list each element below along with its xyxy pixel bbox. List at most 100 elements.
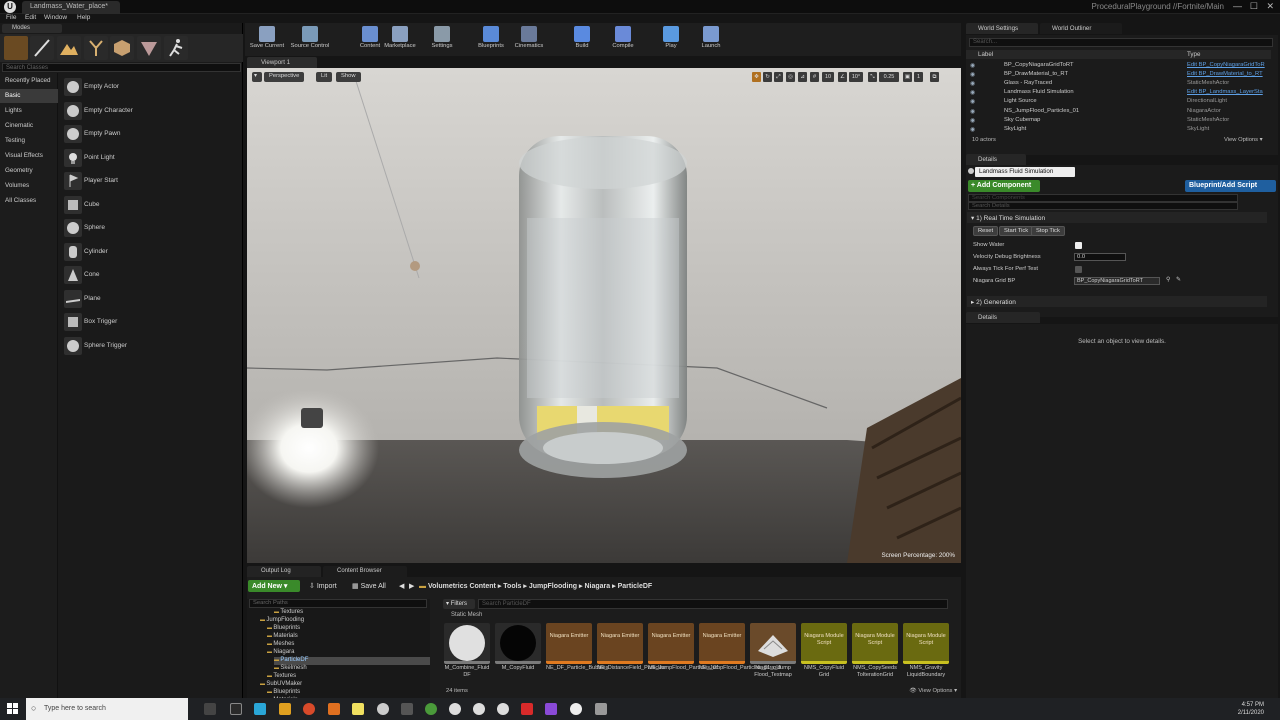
task-view-icon[interactable] bbox=[204, 703, 216, 715]
modes-tab[interactable]: Modes bbox=[2, 24, 62, 33]
viewport-options-icon[interactable]: ▾ bbox=[252, 72, 262, 82]
asset-tile[interactable]: Niagara Emitter NE_JumpFlood_Particles_01… bbox=[699, 623, 781, 685]
asset-tile[interactable]: Niagara Emitter NE_JumpFlood_Particles_01 bbox=[648, 623, 719, 685]
category-item[interactable]: Testing bbox=[0, 134, 58, 148]
notes-icon[interactable] bbox=[352, 703, 364, 715]
mesh-paint-mode-icon[interactable] bbox=[137, 36, 161, 60]
asset-tile[interactable]: Niagara_Jump Flood_Testmap bbox=[750, 623, 796, 685]
show-water-checkbox[interactable] bbox=[1075, 242, 1082, 249]
unreal-icon-3[interactable] bbox=[473, 703, 485, 715]
tab-world-settings[interactable]: World Settings bbox=[966, 23, 1038, 34]
taskbar-search-input[interactable]: ○ Type here to search bbox=[26, 698, 188, 720]
stop-tick-button[interactable]: Stop Tick bbox=[1031, 226, 1065, 236]
camera-speed-value[interactable]: 1 bbox=[914, 72, 923, 82]
breadcrumb-item[interactable]: Tools bbox=[503, 583, 521, 590]
tree-folder[interactable]: ▬ JumpFlooding bbox=[260, 617, 430, 625]
visibility-eye-icon[interactable]: ◉ bbox=[970, 126, 977, 133]
marketplace-button[interactable]: Marketplace bbox=[378, 23, 422, 56]
col-type[interactable]: Type bbox=[1187, 51, 1200, 58]
tree-folder[interactable]: ▬ Skelmesh bbox=[274, 665, 430, 673]
document-tab[interactable]: Landmass_Water_place* bbox=[22, 1, 120, 14]
category-item[interactable]: Recently Placed bbox=[0, 74, 58, 88]
search-classes-input[interactable]: Search Classes bbox=[2, 63, 241, 72]
history-forward-icon[interactable]: ▶ bbox=[407, 580, 416, 592]
save-all-button[interactable]: ▦ Save All bbox=[350, 580, 388, 592]
velocity-debug-field[interactable]: 0.0 bbox=[1074, 253, 1126, 261]
category-item[interactable]: Lights bbox=[0, 104, 58, 118]
actor-item[interactable]: Cone bbox=[62, 264, 242, 286]
filters-button[interactable]: ▾ Filters bbox=[443, 599, 475, 609]
app-3-icon[interactable] bbox=[254, 703, 266, 715]
breadcrumb-item[interactable]: JumpFlooding bbox=[529, 583, 577, 590]
tab-content-browser[interactable]: Content Browser bbox=[323, 566, 407, 577]
save-button[interactable]: Save Current bbox=[245, 23, 289, 56]
tree-folder[interactable]: ▬ Blueprints bbox=[267, 625, 430, 633]
visibility-eye-icon[interactable]: ◉ bbox=[970, 80, 977, 87]
tree-folder[interactable]: ▬ Niagara bbox=[267, 649, 430, 657]
asset-tile[interactable]: M_CopyFluid bbox=[495, 623, 541, 685]
actor-item[interactable]: Empty Pawn bbox=[62, 123, 242, 145]
minimize-icon[interactable]: — bbox=[1233, 1, 1242, 11]
search-details-input[interactable]: Search Details bbox=[968, 202, 1238, 210]
unreal-icon-active[interactable] bbox=[570, 703, 582, 715]
actor-item[interactable]: Cylinder bbox=[62, 241, 242, 263]
always-tick-checkbox[interactable] bbox=[1075, 266, 1082, 273]
visibility-eye-icon[interactable]: ◉ bbox=[970, 108, 977, 115]
actor-item[interactable]: Player Start bbox=[62, 170, 242, 192]
actor-item[interactable]: Empty Actor bbox=[62, 76, 242, 98]
category-item[interactable]: Volumes bbox=[0, 179, 58, 193]
actor-item[interactable]: Plane bbox=[62, 288, 242, 310]
folder-icon[interactable] bbox=[279, 703, 291, 715]
tab-world-outliner[interactable]: World Outliner bbox=[1040, 23, 1122, 34]
unreal-icon-2[interactable] bbox=[449, 703, 461, 715]
camera-speed-icon[interactable]: ▣ bbox=[903, 72, 912, 82]
visibility-eye-icon[interactable]: ◉ bbox=[970, 98, 977, 105]
menu-file[interactable]: File bbox=[6, 14, 16, 21]
visibility-eye-icon[interactable]: ◉ bbox=[970, 117, 977, 124]
actor-item[interactable]: Sphere bbox=[62, 217, 242, 239]
windows-start-icon[interactable] bbox=[7, 703, 18, 714]
breadcrumb-item[interactable]: Volumetrics Content bbox=[428, 583, 496, 590]
source-control-button[interactable]: Source Control bbox=[288, 23, 332, 56]
scale-icon[interactable]: ⤢ bbox=[774, 72, 783, 82]
actor-name-field[interactable]: Landmass Fluid Simulation bbox=[975, 167, 1075, 177]
category-item[interactable]: Cinematic bbox=[0, 119, 58, 133]
outliner-row[interactable]: ◉ SkyLight SkyLight bbox=[966, 125, 1271, 134]
outliner-row[interactable]: ◉ BP_DrawMaterial_to_RT Edit BP_DrawMateri… bbox=[966, 70, 1271, 79]
col-label[interactable]: Label bbox=[978, 51, 993, 58]
tree-folder[interactable]: ▬ Meshes bbox=[267, 641, 430, 649]
add-new-button[interactable]: Add New ▾ bbox=[248, 580, 300, 592]
actor-item[interactable]: Box Trigger bbox=[62, 311, 242, 333]
place-mode-icon[interactable] bbox=[4, 36, 28, 60]
import-button[interactable]: ⇩ Import bbox=[307, 580, 339, 592]
visual-studio-icon[interactable] bbox=[545, 703, 557, 715]
menu-window[interactable]: Window bbox=[44, 14, 67, 21]
outliner-row[interactable]: ◉ Sky Cubemap StaticMeshActor bbox=[966, 116, 1271, 125]
tree-folder[interactable]: ▬ Textures bbox=[267, 673, 430, 681]
asset-tile[interactable]: M_Combine_Fluid DF bbox=[444, 623, 490, 685]
outliner-row[interactable]: ◉ Light Source DirectionalLight bbox=[966, 97, 1271, 106]
blueprint-add-script-button[interactable]: Blueprint/Add Script bbox=[1185, 180, 1276, 192]
rotation-snap-value[interactable]: 10° bbox=[849, 72, 863, 82]
system-clock[interactable]: 4:57 PM 2/11/2020 bbox=[1238, 701, 1264, 717]
breadcrumb-item[interactable]: Niagara bbox=[584, 583, 610, 590]
geometry-mode-icon[interactable] bbox=[110, 36, 134, 60]
perspective-button[interactable]: Perspective bbox=[264, 72, 305, 82]
tree-folder[interactable]: ▬ SubUVMaker bbox=[260, 681, 430, 689]
view-options-button[interactable]: 👁 View Options ▾ bbox=[909, 688, 957, 694]
foliage-mode-icon[interactable] bbox=[84, 36, 108, 60]
category-item[interactable]: Geometry bbox=[0, 164, 58, 178]
tab-output-log[interactable]: Output Log bbox=[247, 566, 321, 577]
asset-search-input[interactable]: Search ParticleDF bbox=[478, 599, 948, 609]
maximize-icon[interactable]: ☐ bbox=[1250, 1, 1258, 12]
asset-tile[interactable]: Niagara Emitter NE_DF_Particle_Bubbles bbox=[546, 623, 608, 685]
asset-tile[interactable]: Niagara Module Script NMS_CopyFluid Grid bbox=[801, 623, 847, 685]
browse-icon[interactable]: ⚲ bbox=[1166, 276, 1170, 283]
reset-button[interactable]: Reset bbox=[973, 226, 999, 236]
visibility-eye-icon[interactable]: ◉ bbox=[970, 89, 977, 96]
browser-icon[interactable] bbox=[303, 703, 315, 715]
outliner-type[interactable]: Edit BP_Landmass_LayerSta bbox=[1187, 89, 1263, 95]
rotation-snap-icon[interactable]: ∠ bbox=[838, 72, 847, 82]
visibility-eye-icon[interactable]: ◉ bbox=[970, 62, 977, 69]
asset-tile[interactable]: Niagara Emitter NE_DistanceField_Particle… bbox=[597, 623, 665, 685]
